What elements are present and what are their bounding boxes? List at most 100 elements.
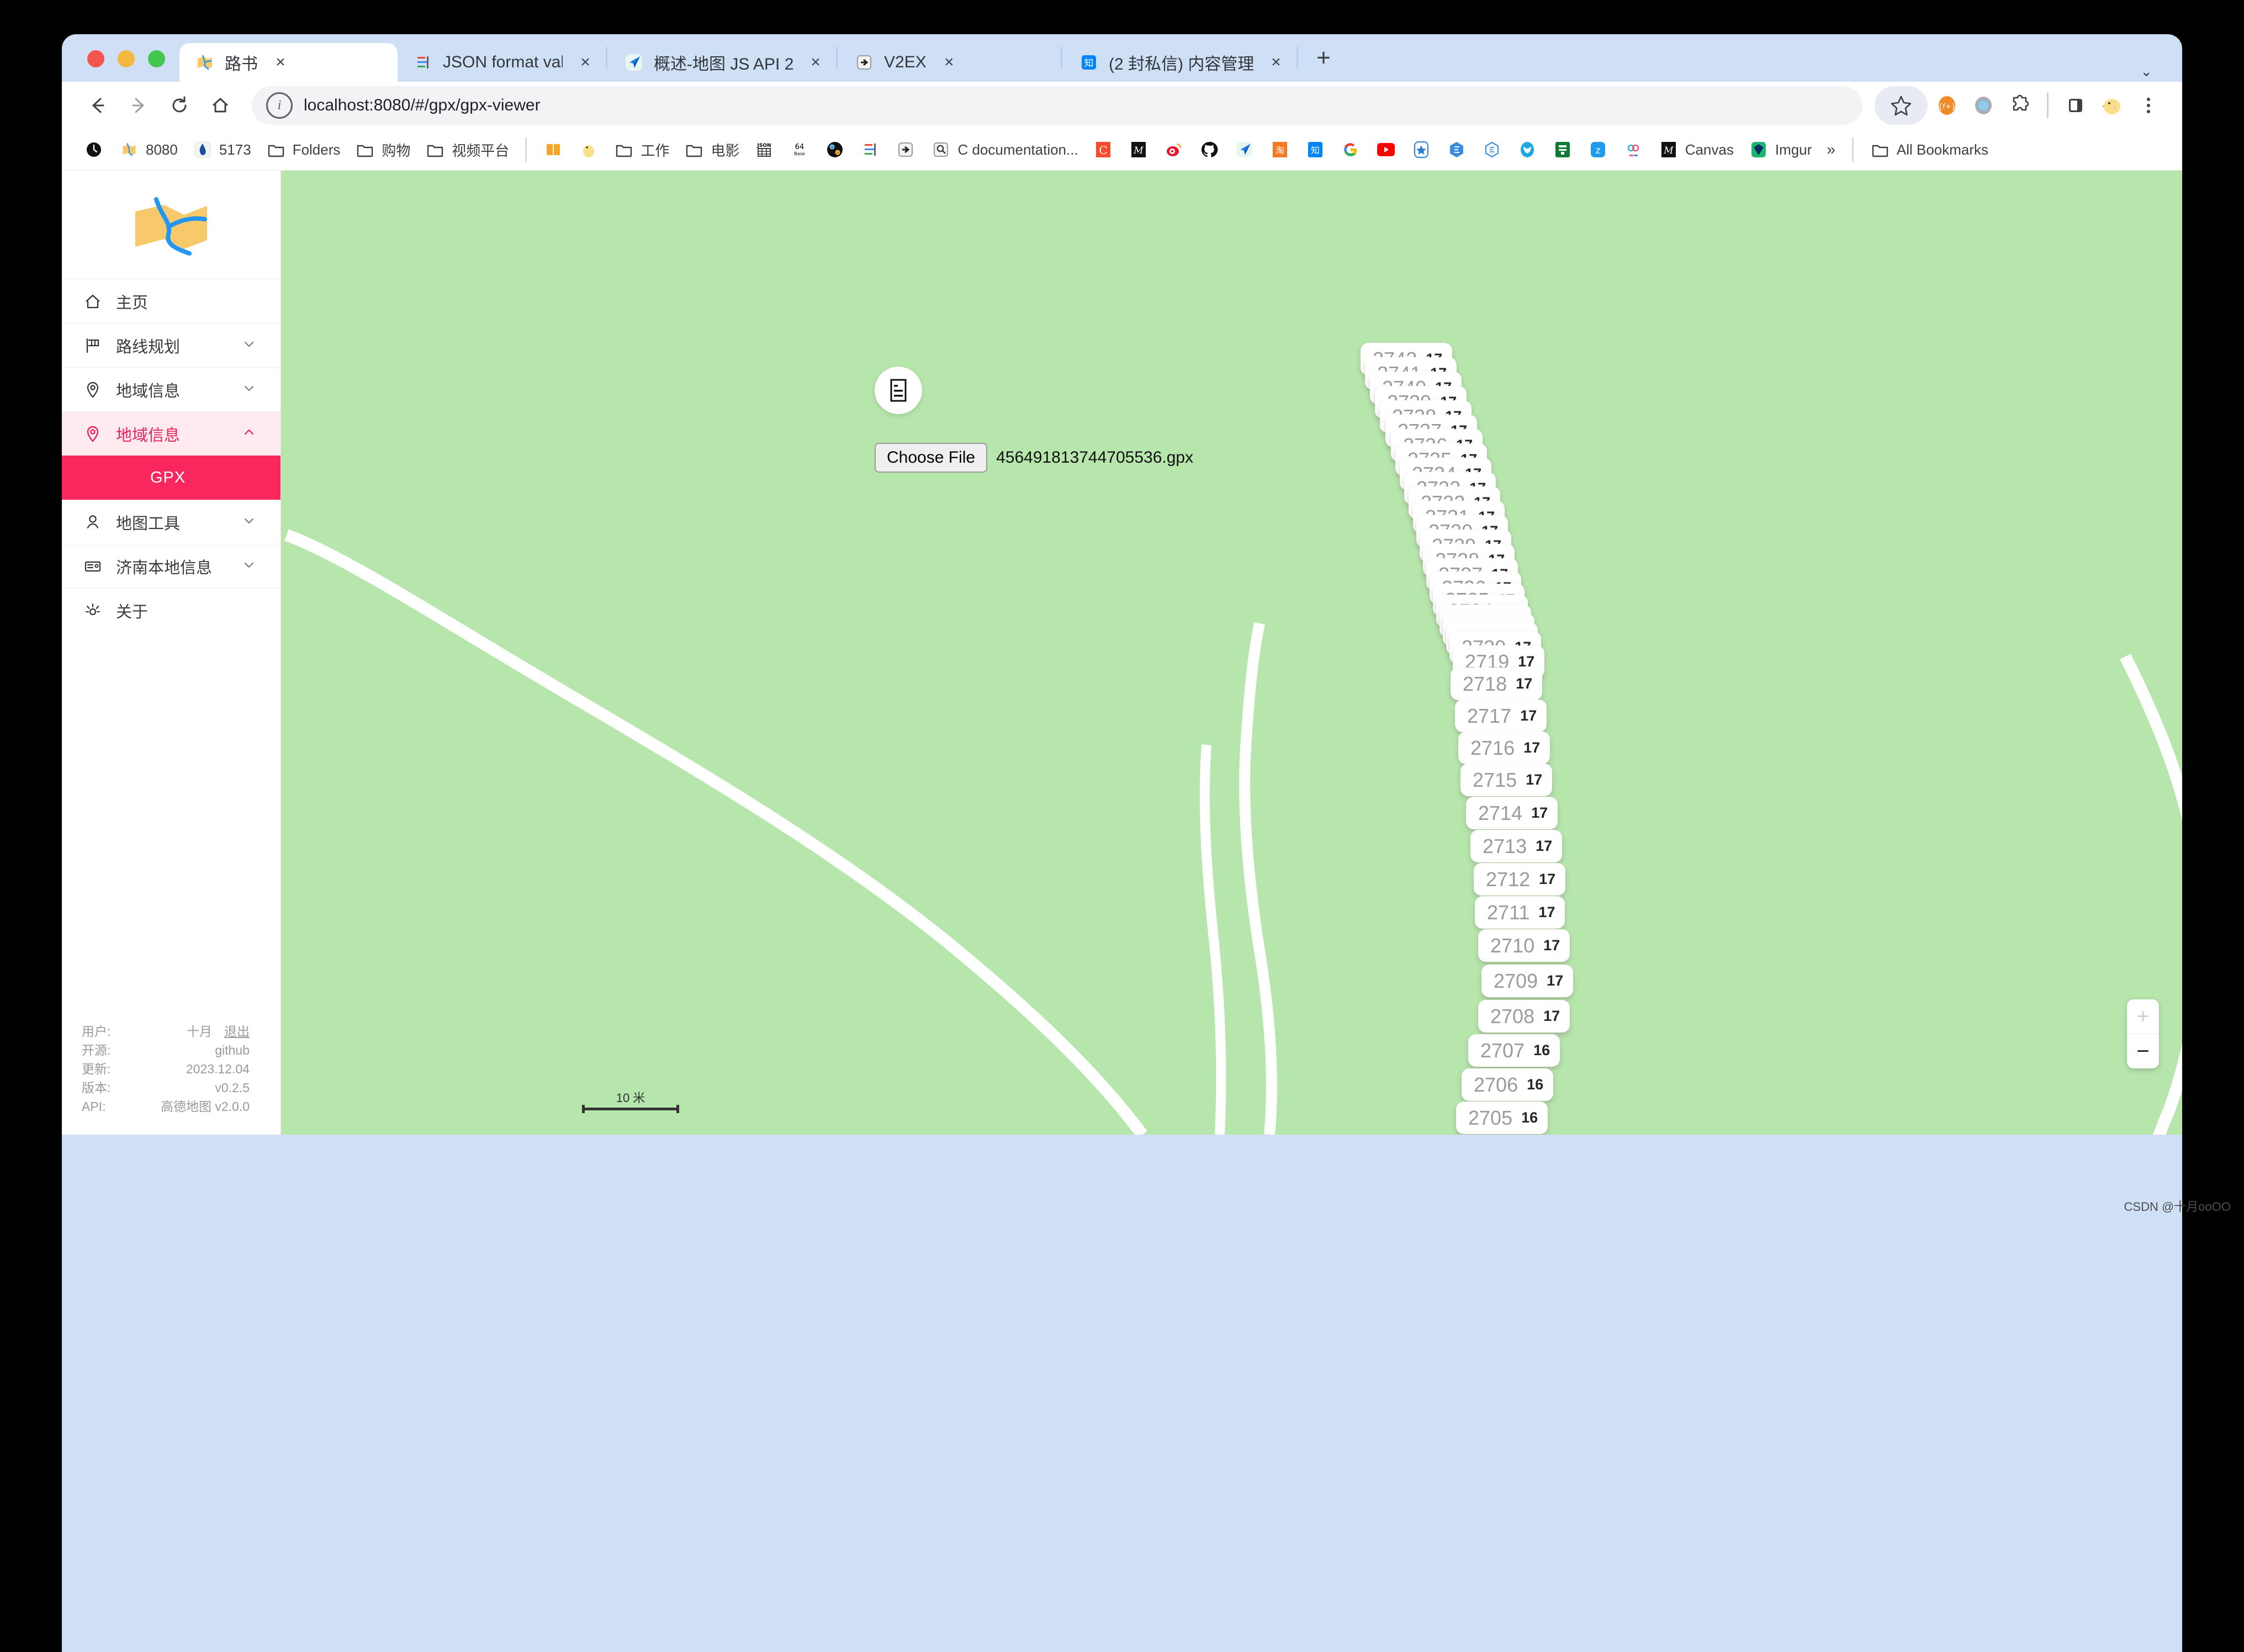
sidebar-item-jinan-local-info[interactable]: 济南本地信息 [62,544,280,588]
bookmark-imgur[interactable]: Imgur [1741,134,1819,166]
close-tab-button[interactable]: × [573,50,598,75]
side-panel-icon[interactable] [2058,88,2093,123]
gpx-marker[interactable]: 2716 17 [1458,732,1550,764]
choose-file-button[interactable]: Choose File [875,443,988,473]
info-icon[interactable]: i [266,92,293,119]
bookmark-taobao[interactable]: 淘 [1262,134,1298,166]
profile-chick-icon[interactable] [2095,88,2129,123]
back-button[interactable] [78,86,117,125]
bookmark-calculator[interactable]: + ÷ [817,134,853,166]
bookmark-atom-pink[interactable] [1616,134,1651,166]
maximize-window-button[interactable] [148,50,165,67]
gpx-marker[interactable]: 2710 17 [1478,929,1570,962]
zoom-out-button[interactable]: − [2127,1034,2159,1068]
bookmark-star-icon[interactable] [1875,86,1928,125]
bookmark-canvas[interactable]: M Canvas [1651,134,1741,166]
address-bar[interactable]: i localhost:8080/#/gpx/gpx-viewer [252,86,1862,125]
bookmark-json-editor[interactable] [853,134,888,166]
logout-link[interactable]: 退出 [224,1024,250,1039]
zoom-in-button[interactable]: + [2127,999,2159,1034]
bookmark-5173[interactable]: 5173 [185,134,258,166]
bookmark-c-documentation[interactable]: C documentation... [923,134,1085,166]
sidebar-subitem-gpx[interactable]: GPX [62,456,280,500]
tab-routebook[interactable]: 路书 × [179,43,398,82]
bookmark-google[interactable] [1333,134,1368,166]
gpx-marker[interactable]: 2707 16 [1468,1034,1560,1067]
sidebar-item-region-info-active[interactable]: 地域信息 [62,411,280,456]
sidebar-item-about[interactable]: 关于 [62,588,280,632]
bookmark-v2ex[interactable] [888,134,923,166]
chevron-up-icon[interactable] [242,425,256,442]
chevron-down-icon[interactable]: ⌄ [2140,63,2152,80]
sidebar-item-region-info[interactable]: 地域信息 [62,367,280,411]
bookmark-blue-z[interactable]: z [1580,134,1616,166]
bookmark-8080[interactable]: 8080 [112,134,185,166]
chevron-down-icon[interactable] [242,337,256,354]
new-tab-button[interactable]: + [1306,40,1341,76]
sidebar-item-route-planning[interactable]: 路线规划 [62,323,280,367]
close-tab-button[interactable]: × [803,50,828,75]
chevron-down-icon[interactable] [242,381,256,398]
bookmark-zhihu[interactable]: 知 [1298,134,1333,166]
bookmark-hex-outline[interactable] [1474,134,1510,166]
gpx-marker[interactable]: 2717 17 [1455,700,1547,732]
gpx-file-icon[interactable] [875,367,922,414]
bookmark-weibo[interactable] [1156,134,1192,166]
bookmark-medium[interactable]: M [1121,134,1156,166]
bookmark-folders[interactable]: Folders [258,134,348,166]
tab-amap-docs[interactable]: 概述-地图 JS API 2.0 | 高德地 × [608,43,835,82]
bookmark-youtube[interactable] [1368,134,1404,166]
forward-button[interactable] [119,86,158,125]
bookmark-github[interactable] [1192,134,1227,166]
map-canvas[interactable]: 2742172741172740172739172738172737172736… [281,171,2182,1135]
reload-button[interactable] [160,86,199,125]
bookmark-green-square[interactable] [1545,134,1580,166]
close-window-button[interactable] [87,50,104,67]
gpx-marker[interactable]: 2711 17 [1475,896,1565,929]
bookmark-video-platforms[interactable]: 视频平台 [417,134,516,166]
gpx-marker[interactable]: 2709 17 [1481,965,1574,997]
bookmark-c-red[interactable]: C [1086,134,1121,166]
bookmarks-overflow-button[interactable]: » [1819,141,1843,158]
map-zoom-controls[interactable]: + − [2127,999,2159,1068]
bookmark-hex-blue[interactable] [1439,134,1474,166]
chevron-down-icon[interactable] [242,558,256,575]
extension-circle-icon[interactable] [1966,88,2000,123]
minimize-window-button[interactable] [118,50,135,67]
bookmark-movies[interactable]: 电影 [676,134,747,166]
sidebar-item-home[interactable]: 主页 [62,279,280,323]
home-button[interactable] [201,86,240,125]
close-tab-button[interactable]: × [268,50,293,75]
file-input-row[interactable]: Choose File 456491813744705536.gpx [875,443,1193,473]
bookmark-star-blue[interactable] [1404,134,1439,166]
tab-v2ex[interactable]: V2EX × [839,43,1060,82]
extension-fplus-icon[interactable]: {f+} [1930,88,1964,123]
bookmark-book[interactable] [536,134,571,166]
extensions-puzzle-icon[interactable] [2003,88,2037,123]
chevron-down-icon[interactable] [242,513,256,531]
tab-json-format[interactable]: JSON format validate and edi × [398,43,605,82]
bookmark-history[interactable] [76,134,112,166]
close-tab-button[interactable]: × [1263,50,1289,75]
bookmark-amap[interactable] [1227,134,1262,166]
all-bookmarks-button[interactable]: All Bookmarks [1862,134,1996,166]
footer-value[interactable]: github [215,1041,250,1060]
gpx-marker[interactable]: 2708 17 [1478,1000,1570,1032]
tab-zhihu-creator[interactable]: 知 (2 封私信) 内容管理 - 创作中心 × [1063,43,1295,82]
bookmark-bull-blue[interactable] [1510,134,1545,166]
gpx-marker[interactable]: 2718 17 [1451,668,1543,700]
gpx-marker[interactable]: 2705 16 [1456,1102,1548,1134]
close-tab-button[interactable]: × [936,50,962,75]
bookmark-json-table[interactable]: JSON [747,134,782,166]
gpx-marker[interactable]: 2714 17 [1466,797,1558,829]
gpx-marker[interactable]: 2712 17 [1474,863,1566,896]
bookmark-shopping[interactable]: 购物 [347,134,417,166]
bookmark-base64[interactable]: 64 Base [782,134,817,166]
bookmark-work[interactable]: 工作 [606,134,676,166]
sidebar-item-map-tools[interactable]: 地图工具 [62,500,280,544]
gpx-marker[interactable]: 2715 17 [1460,764,1553,796]
chrome-menu-icon[interactable] [2131,88,2166,123]
bookmark-chick[interactable] [571,134,606,166]
gpx-marker[interactable]: 2713 17 [1470,830,1563,862]
gpx-marker[interactable]: 2706 16 [1462,1068,1554,1101]
